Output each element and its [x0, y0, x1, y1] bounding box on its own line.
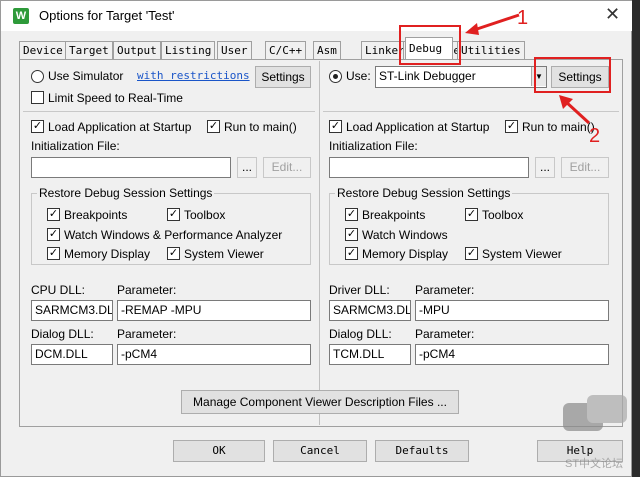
annotation-number-2: 2 — [589, 125, 601, 147]
right-init-file-input[interactable] — [329, 157, 529, 178]
driver-dll-input[interactable]: SARMCM3.DLL — [329, 300, 411, 321]
divider — [23, 111, 315, 112]
window-title: Options for Target 'Test' — [39, 8, 175, 23]
left-sysviewer-checkbox[interactable]: ✓ — [167, 247, 180, 260]
left-load-app-label: Load Application at Startup — [48, 120, 192, 134]
right-breakpoints-checkbox[interactable]: ✓ — [345, 208, 358, 221]
right-dialog-dll-label: Dialog DLL: — [329, 327, 392, 341]
right-dialog-param-label: Parameter: — [415, 327, 475, 341]
left-run-main-checkbox[interactable]: ✓ — [207, 120, 220, 133]
left-memory-checkbox[interactable]: ✓ — [47, 247, 60, 260]
watermark: ST中文论坛 — [561, 391, 633, 471]
right-sysviewer-checkbox[interactable]: ✓ — [465, 247, 478, 260]
cpu-param-input[interactable]: -REMAP -MPU — [117, 300, 311, 321]
cpu-dll-input[interactable]: SARMCM3.DLL — [31, 300, 113, 321]
right-load-app-label: Load Application at Startup — [346, 120, 490, 134]
right-watch-checkbox[interactable]: ✓ — [345, 228, 358, 241]
right-sysviewer-label: System Viewer — [482, 247, 562, 261]
watermark-text: ST中文论坛 — [565, 458, 624, 470]
cpu-dll-label: CPU DLL: — [31, 283, 86, 297]
defaults-button[interactable]: Defaults — [375, 440, 469, 462]
debugger-select[interactable]: ST-Link Debugger ▼ — [375, 66, 547, 88]
right-run-main-checkbox[interactable]: ✓ — [505, 120, 518, 133]
chat-bubble-icon — [563, 395, 627, 431]
debug-tab-highlight — [399, 25, 461, 65]
tab-cpp[interactable]: C/C++ — [265, 41, 307, 59]
right-load-app-checkbox[interactable]: ✓ — [329, 120, 342, 133]
ok-button[interactable]: OK — [173, 440, 265, 462]
right-breakpoints-label: Breakpoints — [362, 208, 426, 222]
left-sysviewer-label: System Viewer — [184, 247, 264, 261]
right-edit-button[interactable]: Edit... — [561, 157, 609, 178]
left-breakpoints-checkbox[interactable]: ✓ — [47, 208, 60, 221]
keil-app-icon: W — [13, 8, 29, 24]
restrictions-link[interactable]: with restrictions — [137, 69, 250, 82]
annotation-number-1: 1 — [517, 7, 529, 29]
left-dialog-param-label: Parameter: — [117, 327, 177, 341]
right-dialog-dll-input[interactable]: TCM.DLL — [329, 344, 411, 365]
right-dialog-param-input[interactable]: -pCM4 — [415, 344, 609, 365]
cpu-param-label: Parameter: — [117, 283, 177, 297]
left-init-file-input[interactable] — [31, 157, 231, 178]
cancel-button[interactable]: Cancel — [273, 440, 367, 462]
close-icon[interactable]: ✕ — [605, 4, 620, 25]
use-simulator-radio[interactable] — [31, 70, 44, 83]
left-restore-title: Restore Debug Session Settings — [37, 186, 215, 200]
left-dialog-dll-input[interactable]: DCM.DLL — [31, 344, 113, 365]
manage-component-viewer-button[interactable]: Manage Component Viewer Description File… — [181, 390, 459, 414]
tab-device[interactable]: Device — [19, 41, 67, 59]
title-bar: W Options for Target 'Test' ✕ — [1, 1, 633, 31]
use-debugger-radio[interactable] — [329, 70, 342, 83]
driver-dll-label: Driver DLL: — [329, 283, 390, 297]
left-browse-button[interactable]: ... — [237, 157, 257, 178]
left-load-app-checkbox[interactable]: ✓ — [31, 120, 44, 133]
left-dialog-param-input[interactable]: -pCM4 — [117, 344, 311, 365]
tab-target[interactable]: Target — [65, 41, 113, 59]
left-dialog-dll-label: Dialog DLL: — [31, 327, 94, 341]
left-watch-label: Watch Windows & Performance Analyzer — [64, 228, 283, 242]
driver-param-input[interactable]: -MPU — [415, 300, 609, 321]
left-watch-checkbox[interactable]: ✓ — [47, 228, 60, 241]
tab-output[interactable]: Output — [113, 41, 161, 59]
right-browse-button[interactable]: ... — [535, 157, 555, 178]
right-init-file-label: Initialization File: — [329, 139, 418, 153]
right-memory-checkbox[interactable]: ✓ — [345, 247, 358, 260]
debugger-select-value: ST-Link Debugger — [379, 69, 476, 83]
tab-asm[interactable]: Asm — [313, 41, 341, 59]
tab-user[interactable]: User — [217, 41, 252, 59]
tab-listing[interactable]: Listing — [161, 41, 216, 59]
simulator-settings-button[interactable]: Settings — [255, 66, 311, 88]
background-edge — [632, 0, 640, 477]
left-breakpoints-label: Breakpoints — [64, 208, 128, 222]
right-toolbox-checkbox[interactable]: ✓ — [465, 208, 478, 221]
right-memory-label: Memory Display — [362, 247, 449, 261]
left-toolbox-label: Toolbox — [184, 208, 226, 222]
driver-param-label: Parameter: — [415, 283, 475, 297]
right-restore-title: Restore Debug Session Settings — [335, 186, 513, 200]
limit-speed-checkbox[interactable] — [31, 91, 44, 104]
limit-speed-label: Limit Speed to Real-Time — [48, 91, 183, 105]
settings-highlight — [534, 57, 611, 93]
options-dialog: W Options for Target 'Test' ✕ Device Tar… — [0, 0, 633, 477]
use-simulator-label: Use Simulator — [48, 69, 124, 83]
left-memory-label: Memory Display — [64, 247, 151, 261]
tab-utilities-label[interactable]: Utilities — [457, 41, 525, 59]
left-run-main-label: Run to main() — [224, 120, 297, 134]
right-toolbox-label: Toolbox — [482, 208, 524, 222]
right-watch-label: Watch Windows — [362, 228, 448, 242]
left-init-file-label: Initialization File: — [31, 139, 120, 153]
use-label: Use: — [346, 69, 371, 83]
left-edit-button[interactable]: Edit... — [263, 157, 311, 178]
column-divider — [319, 61, 320, 425]
left-toolbox-checkbox[interactable]: ✓ — [167, 208, 180, 221]
